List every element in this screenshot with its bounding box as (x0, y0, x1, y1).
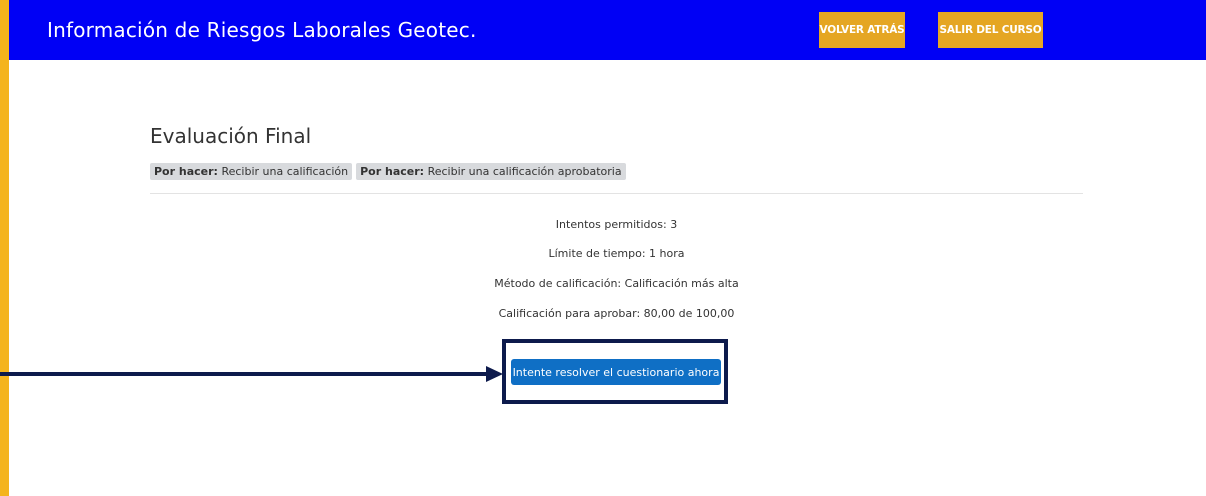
completion-badges: Por hacer: Recibir una calificación Por … (150, 163, 626, 180)
divider (150, 193, 1083, 194)
badge-text: Recibir una calificación aprobatoria (427, 165, 622, 178)
badge-text: Recibir una calificación (221, 165, 349, 178)
badge-prefix: Por hacer: (154, 165, 218, 178)
todo-badge-grade: Por hacer: Recibir una calificación (150, 163, 353, 180)
exit-course-button[interactable]: SALIR DEL CURSO (938, 12, 1043, 48)
attempts-allowed: Intentos permitidos: 3 (555, 218, 678, 231)
back-button[interactable]: VOLVER ATRÁS (819, 12, 905, 48)
passing-grade: Calificación para aprobar: 80,00 de 100,… (498, 307, 735, 320)
time-limit: Límite de tiempo: 1 hora (548, 247, 685, 260)
top-bar: Información de Riesgos Laborales Geotec.… (9, 0, 1206, 60)
start-quiz-button[interactable]: Intente resolver el cuestionario ahora (511, 359, 721, 385)
arrow-right-icon (0, 366, 503, 382)
page-title: Evaluación Final (150, 124, 312, 148)
grading-method: Método de calificación: Calificación más… (494, 277, 739, 290)
todo-badge-pass-grade: Por hacer: Recibir una calificación apro… (356, 163, 626, 180)
page-frame: Información de Riesgos Laborales Geotec.… (9, 0, 1206, 496)
course-title: Información de Riesgos Laborales Geotec. (47, 18, 477, 42)
badge-prefix: Por hacer: (360, 165, 425, 178)
